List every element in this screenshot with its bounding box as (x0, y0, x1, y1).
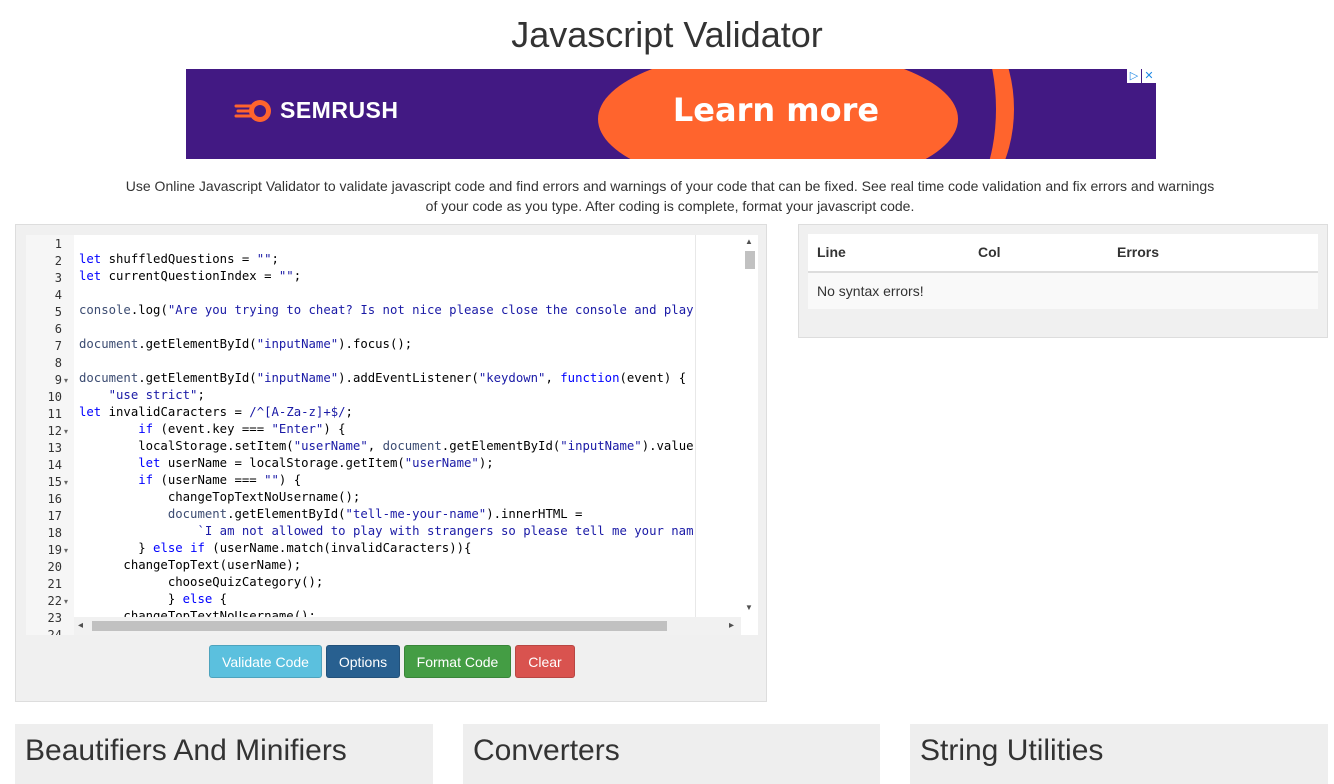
line-number: 22 (47, 594, 62, 608)
line-number: 23 (47, 611, 62, 625)
ad-brand-name: SEMRUSH (280, 97, 399, 123)
code-line: document.getElementById("tell-me-your-na… (167, 507, 583, 521)
code-line: console.log("Are you trying to cheat? Is… (79, 303, 693, 317)
category-title: String Utilities (920, 734, 1104, 767)
line-number: 12 (47, 424, 62, 438)
semrush-flame-icon (234, 99, 271, 122)
scroll-right-icon[interactable]: ▸ (729, 620, 734, 631)
category-string-utilities[interactable]: String Utilities (910, 724, 1328, 784)
column-header-col: Col (978, 244, 1001, 260)
line-number: 18 (47, 526, 62, 540)
code-line: "use strict"; (108, 388, 205, 402)
line-number: 20 (47, 560, 62, 574)
horizontal-scroll-thumb[interactable] (92, 621, 667, 631)
code-editor[interactable]: 1 2 3 4 5 6 7 8 9 10 11 12 13 14 15 16 1… (26, 235, 758, 635)
line-number: 2 (54, 254, 62, 268)
category-beautifiers[interactable]: Beautifiers And Minifiers (15, 724, 433, 784)
page-description: Use Online Javascript Validator to valid… (125, 178, 1215, 214)
line-number: 17 (47, 509, 62, 523)
code-line: let userName = localStorage.getItem("use… (138, 456, 494, 470)
ad-learn-more-button[interactable]: Learn more (651, 91, 901, 129)
line-number: 16 (47, 492, 62, 506)
line-number: 9 (54, 373, 62, 387)
code-line: document.getElementById("inputName").add… (79, 371, 687, 385)
line-number: 6 (54, 322, 62, 336)
code-line: let invalidCaracters = /^[A-Za-z]+$/; (79, 405, 353, 419)
line-number: 5 (54, 305, 62, 319)
line-number: 14 (47, 458, 62, 472)
line-number-gutter: 1 2 3 4 5 6 7 8 9 10 11 12 13 14 15 16 1… (26, 235, 74, 635)
code-line: if (userName === "") { (138, 473, 302, 487)
scroll-left-icon[interactable]: ◂ (78, 620, 83, 631)
line-number: 7 (54, 339, 62, 353)
fold-toggle-icon[interactable]: ▾ (64, 597, 68, 606)
line-number: 10 (47, 390, 62, 404)
validation-results-panel: Line Col Errors No syntax errors! (798, 224, 1328, 338)
close-icon[interactable]: ✕ (1142, 69, 1156, 83)
column-header-errors: Errors (1117, 244, 1160, 260)
code-line: if (event.key === "Enter") { (138, 422, 346, 436)
editor-panel: 1 2 3 4 5 6 7 8 9 10 11 12 13 14 15 16 1… (15, 224, 767, 702)
vertical-scrollbar[interactable]: ▲ ▼ (741, 235, 758, 627)
ad-logo: SEMRUSH (234, 97, 399, 124)
fold-toggle-icon[interactable]: ▾ (64, 427, 68, 436)
code-line: changeTopTextNoUsername(); (79, 490, 361, 504)
vertical-scroll-thumb[interactable] (745, 251, 755, 269)
line-number: 21 (47, 577, 62, 591)
page-title: Javascript Validator (511, 14, 823, 55)
category-title: Beautifiers And Minifiers (25, 734, 347, 767)
scroll-up-icon[interactable]: ▲ (745, 237, 753, 246)
options-button[interactable]: Options (326, 645, 400, 678)
line-number: 1 (54, 237, 62, 251)
code-line: localStorage.setItem("userName", documen… (79, 439, 693, 453)
no-errors-message: No syntax errors! (817, 283, 924, 299)
print-margin-line (695, 235, 696, 627)
code-line: changeTopText(userName); (79, 558, 302, 572)
line-number: 24 (47, 628, 62, 635)
code-line: } else { (79, 592, 228, 606)
line-number: 19 (47, 543, 62, 557)
validate-code-button[interactable]: Validate Code (209, 645, 322, 678)
line-number: 11 (47, 407, 62, 421)
ad-choices[interactable]: ▷ ✕ (1126, 69, 1156, 83)
line-number: 13 (47, 441, 62, 455)
code-line: } else if (userName.match(invalidCaracte… (79, 541, 472, 555)
clear-button[interactable]: Clear (515, 645, 575, 678)
code-line: `I am not allowed to play with strangers… (197, 524, 693, 538)
ad-flame-arc (886, 69, 1014, 159)
code-line: let shuffledQuestions = ""; (79, 252, 279, 266)
column-header-line: Line (817, 244, 846, 260)
line-number: 4 (54, 288, 62, 302)
code-line: chooseQuizCategory(); (79, 575, 324, 589)
category-converters[interactable]: Converters (463, 724, 880, 784)
category-title: Converters (473, 734, 620, 767)
results-table-header: Line Col Errors (808, 234, 1318, 273)
advertisement-banner[interactable]: SEMRUSH Learn more ▷ ✕ (186, 69, 1156, 159)
results-row: No syntax errors! (808, 273, 1318, 309)
code-content[interactable]: let shuffledQuestions = ""; let currentQ… (79, 235, 693, 627)
code-line: document.getElementById("inputName").foc… (79, 337, 413, 351)
fold-toggle-icon[interactable]: ▾ (64, 546, 68, 555)
line-number: 3 (54, 271, 62, 285)
horizontal-scrollbar[interactable]: ◂ ▸ (74, 617, 741, 635)
line-number: 15 (47, 475, 62, 489)
fold-toggle-icon[interactable]: ▾ (64, 376, 68, 385)
results-table: Line Col Errors No syntax errors! (808, 234, 1318, 309)
scroll-down-icon[interactable]: ▼ (745, 603, 753, 612)
editor-button-row: Validate Code Options Format Code Clear (209, 645, 575, 678)
adchoices-icon[interactable]: ▷ (1127, 69, 1141, 83)
format-code-button[interactable]: Format Code (404, 645, 511, 678)
fold-toggle-icon[interactable]: ▾ (64, 478, 68, 487)
line-number: 8 (54, 356, 62, 370)
code-line: let currentQuestionIndex = ""; (79, 269, 302, 283)
